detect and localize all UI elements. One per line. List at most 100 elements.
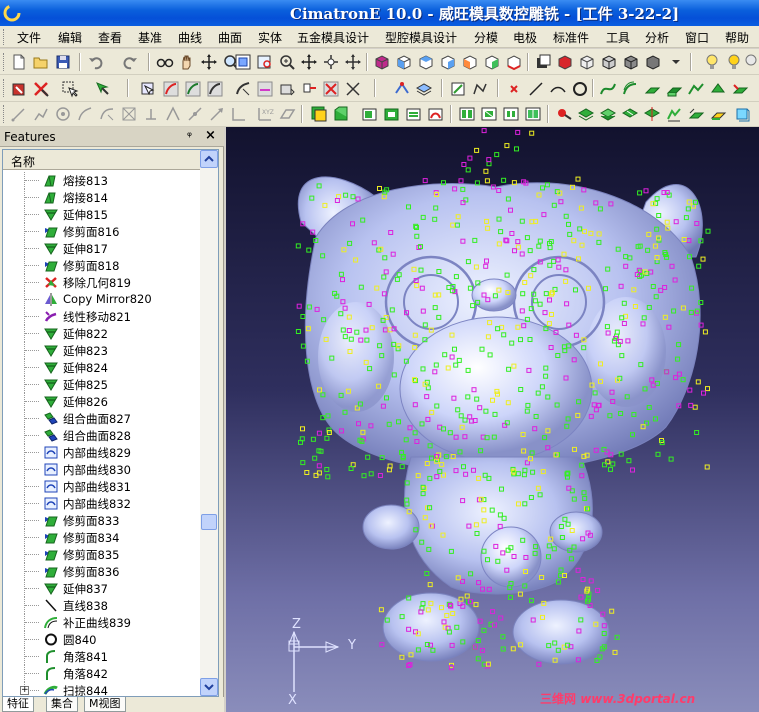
rotate-icon[interactable] [199, 52, 219, 72]
feature-tree-item[interactable]: 补正曲线839 [3, 614, 200, 631]
solid-split-icon[interactable] [642, 104, 662, 124]
grid-select-icon[interactable] [321, 79, 341, 99]
solid-cut-icon[interactable] [382, 104, 402, 124]
menu-window[interactable]: 窗口 [685, 29, 709, 46]
feature-tree-item[interactable]: 修剪面833 [3, 512, 200, 529]
feature-tree-item[interactable]: Copy Mirror820 [3, 291, 200, 308]
solid-trim-icon[interactable] [664, 104, 684, 124]
render-shaded-icon[interactable] [533, 52, 553, 72]
solid-select-icon[interactable] [233, 79, 253, 99]
box-zoom-icon[interactable] [255, 52, 275, 72]
expand-icon[interactable]: + [20, 686, 29, 695]
wire-select-icon[interactable] [255, 79, 275, 99]
solid-offset-icon[interactable] [686, 104, 706, 124]
feature-tree[interactable]: 名称 熔接813 熔接814 延伸815 修剪面816 延伸817 修剪面818 移除几何8… [2, 149, 219, 697]
solid-revolve-icon[interactable] [404, 104, 424, 124]
pin-icon[interactable]: ᵠ [187, 129, 192, 143]
move-view-icon[interactable] [343, 52, 363, 72]
solid-fillet-icon[interactable] [426, 104, 446, 124]
feature-tree-item[interactable]: 内部曲线831 [3, 478, 200, 495]
solid-hole-icon[interactable] [457, 104, 477, 124]
select-box-icon[interactable] [9, 79, 29, 99]
feature-tree-item[interactable]: 延伸824 [3, 359, 200, 376]
feature-tree-item[interactable]: 组合曲面827 [3, 410, 200, 427]
surface-select-icon[interactable] [205, 79, 225, 99]
circle-tool-icon[interactable] [570, 79, 590, 99]
tree-scrollbar[interactable] [200, 150, 218, 696]
menu-solid[interactable]: 实体 [258, 29, 282, 46]
face-select-icon[interactable] [138, 79, 158, 99]
pan-hand-icon[interactable] [177, 52, 197, 72]
chain-select-icon[interactable] [277, 79, 297, 99]
cross-select-icon[interactable] [343, 79, 363, 99]
menu-electrode[interactable]: 电极 [513, 29, 537, 46]
tab-features[interactable]: 特征 [2, 697, 34, 712]
view-cube-top-icon[interactable] [416, 52, 436, 72]
feature-tree-item[interactable]: 角落842 [3, 665, 200, 682]
feature-tree-item[interactable]: 移除几何819 [3, 274, 200, 291]
solid-box-icon[interactable] [309, 104, 329, 124]
feature-tree-item[interactable]: 圆840 [3, 631, 200, 648]
solid-thicken-icon[interactable] [708, 104, 728, 124]
feature-tree-item[interactable]: 角落841 [3, 648, 200, 665]
name-column-header[interactable]: 名称 [3, 150, 200, 170]
feature-tree-item[interactable]: 修剪面835 [3, 546, 200, 563]
surface-blend-icon[interactable] [686, 79, 706, 99]
view-cube-back-icon[interactable] [482, 52, 502, 72]
solid-subtract-icon[interactable] [598, 104, 618, 124]
surface-curve-icon[interactable] [75, 104, 95, 124]
project-curve-icon[interactable] [141, 104, 161, 124]
new-file-icon[interactable] [9, 52, 29, 72]
pan-arrows-icon[interactable] [299, 52, 319, 72]
solid-pattern-icon[interactable] [501, 104, 521, 124]
scroll-up-button[interactable] [200, 150, 218, 168]
fit-view-icon[interactable] [233, 52, 253, 72]
coordinate-icon[interactable]: XYZ [255, 104, 275, 124]
feature-tree-item[interactable]: 直线838 [3, 597, 200, 614]
display-mode-icon[interactable] [643, 52, 663, 72]
bulb-icon[interactable] [702, 52, 722, 72]
menu-curve[interactable]: 曲线 [178, 29, 202, 46]
feature-tree-item[interactable]: 内部曲线829 [3, 444, 200, 461]
filter-icon[interactable] [93, 79, 113, 99]
feature-tree-item[interactable]: 内部曲线830 [3, 461, 200, 478]
tab-m-view[interactable]: M视图 [84, 697, 126, 712]
solid-draft-icon[interactable] [479, 104, 499, 124]
target-icon[interactable] [53, 104, 73, 124]
view-cube-right-icon[interactable] [438, 52, 458, 72]
menu-datum[interactable]: 基准 [138, 29, 162, 46]
scroll-thumb[interactable] [201, 514, 217, 530]
spline-icon[interactable] [598, 79, 618, 99]
point-icon[interactable] [504, 79, 524, 99]
bulb-off-icon[interactable] [741, 52, 759, 72]
surface-revolve-icon[interactable] [664, 79, 684, 99]
view-cube-left-icon[interactable] [460, 52, 480, 72]
arc-tool-icon[interactable] [548, 79, 568, 99]
solid-mirror-icon[interactable] [523, 104, 543, 124]
feature-tree-item[interactable]: 延伸825 [3, 376, 200, 393]
feature-tree-item[interactable]: 延伸822 [3, 325, 200, 342]
feature-tree-item[interactable]: 修剪面818 [3, 257, 200, 274]
arrow-curve-icon[interactable] [207, 104, 227, 124]
layer-icon[interactable] [414, 79, 434, 99]
menu-edit[interactable]: 编辑 [58, 29, 82, 46]
render-solid-icon[interactable] [621, 52, 641, 72]
feature-tree-item[interactable]: 修剪面834 [3, 529, 200, 546]
render-wire-icon[interactable] [555, 52, 575, 72]
zoom-area-icon[interactable] [277, 52, 297, 72]
menu-die-design[interactable]: 五金模具设计 [297, 29, 369, 46]
line-tool-icon[interactable] [526, 79, 546, 99]
solid-extrude-icon[interactable] [331, 104, 351, 124]
pen-icon[interactable] [9, 104, 29, 124]
menu-analysis[interactable]: 分析 [645, 29, 669, 46]
feature-tree-item[interactable]: 组合曲面828 [3, 427, 200, 444]
feature-tree-item[interactable]: 扫掠844 + [3, 682, 200, 696]
chevron-down-icon[interactable] [666, 52, 686, 72]
menu-file[interactable]: 文件 [17, 29, 41, 46]
angle-curve-icon[interactable] [229, 104, 249, 124]
feature-tree-item[interactable]: 熔接814 [3, 189, 200, 206]
menu-tools[interactable]: 工具 [606, 29, 630, 46]
feature-tree-item[interactable]: 内部曲线832 [3, 495, 200, 512]
feature-tree-item[interactable]: 延伸817 [3, 240, 200, 257]
view-cube-iso-icon[interactable] [372, 52, 392, 72]
